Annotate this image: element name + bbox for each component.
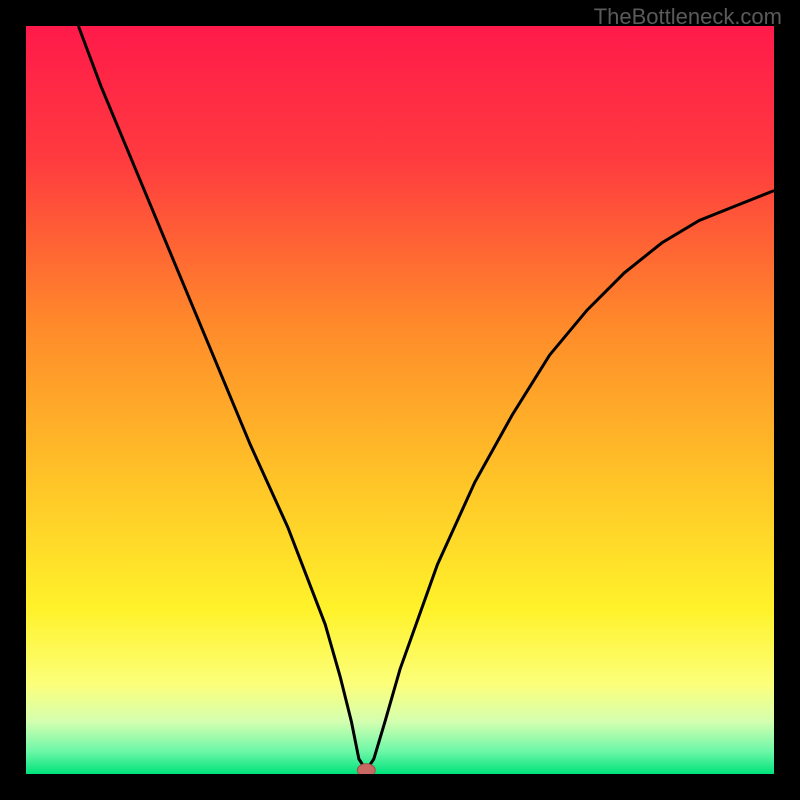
- chart-background: [26, 26, 774, 774]
- optimum-marker: [357, 764, 375, 774]
- chart-plot-area: [26, 26, 774, 774]
- chart-svg: [26, 26, 774, 774]
- watermark-text: TheBottleneck.com: [594, 4, 782, 30]
